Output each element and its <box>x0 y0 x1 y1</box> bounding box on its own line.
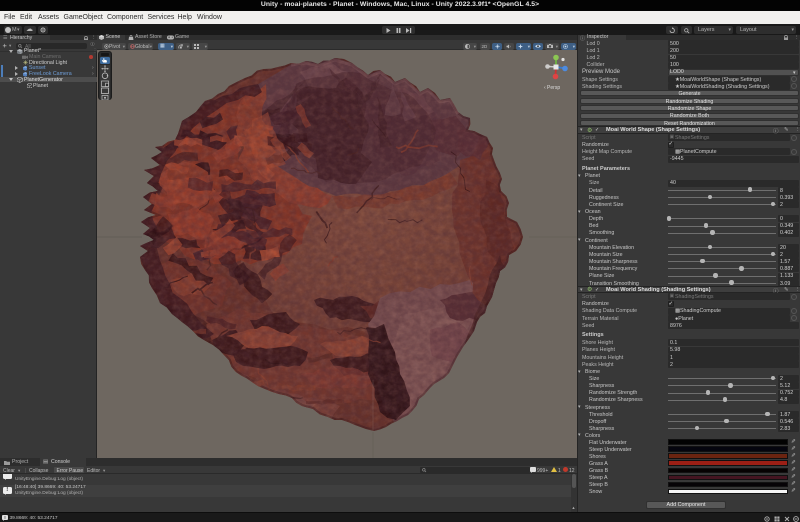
svg-text:‹ Persp: ‹ Persp <box>544 85 560 91</box>
